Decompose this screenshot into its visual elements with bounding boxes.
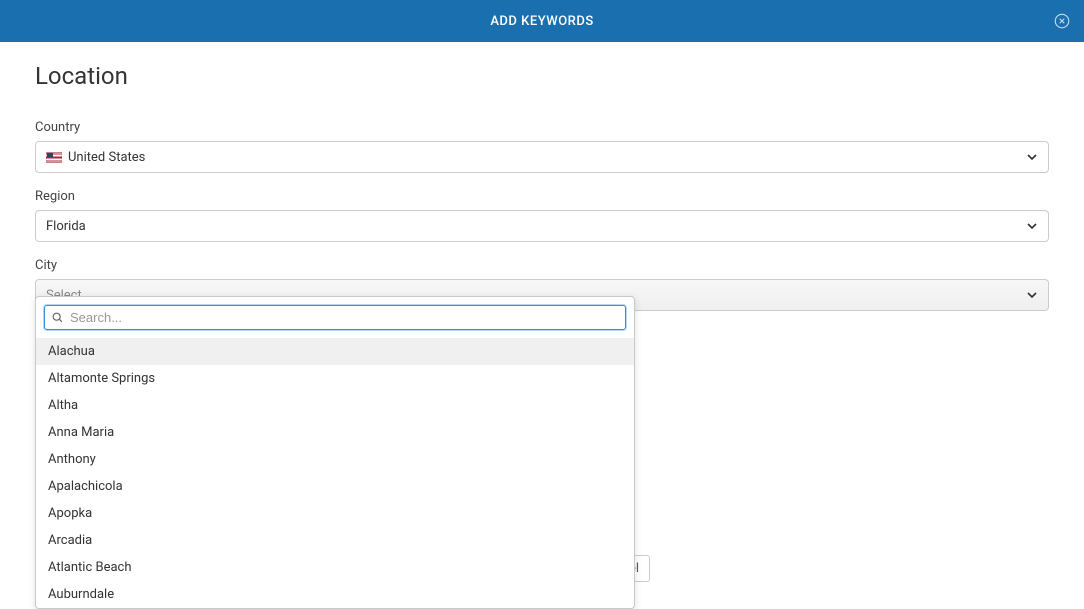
city-option[interactable]: Apopka [36,500,634,527]
chevron-down-icon [1024,287,1040,303]
modal-header: ADD KEYWORDS [0,0,1084,42]
country-select[interactable]: United States [35,141,1049,173]
us-flag-icon [46,152,62,163]
city-label: City [35,258,1049,273]
city-option[interactable]: Apalachicola [36,473,634,500]
city-dropdown-panel: Alachua Altamonte Springs Altha Anna Mar… [35,296,635,609]
region-label: Region [35,189,1049,204]
city-option[interactable]: Altamonte Springs [36,365,634,392]
search-box [44,305,626,330]
city-option[interactable]: Alachua [36,338,634,365]
chevron-down-icon [1024,218,1040,234]
region-field-group: Region Florida [35,189,1049,242]
city-option[interactable]: Anthony [36,446,634,473]
modal-title: ADD KEYWORDS [490,14,593,29]
section-title: Location [35,62,1049,90]
city-option[interactable]: Auburndale [36,581,634,608]
chevron-down-icon [1024,149,1040,165]
region-select[interactable]: Florida [35,210,1049,242]
search-wrap [36,297,634,338]
close-icon [1053,12,1071,30]
search-icon [51,311,64,324]
city-option[interactable]: Anna Maria [36,419,634,446]
country-value: United States [68,150,145,165]
city-options-list: Alachua Altamonte Springs Altha Anna Mar… [36,338,634,608]
search-input[interactable] [70,310,619,325]
country-field-group: Country United States [35,120,1049,173]
city-option[interactable]: Arcadia [36,527,634,554]
region-value: Florida [46,219,86,234]
city-option[interactable]: Atlantic Beach [36,554,634,581]
close-button[interactable] [1052,11,1072,31]
country-label: Country [35,120,1049,135]
city-option[interactable]: Altha [36,392,634,419]
